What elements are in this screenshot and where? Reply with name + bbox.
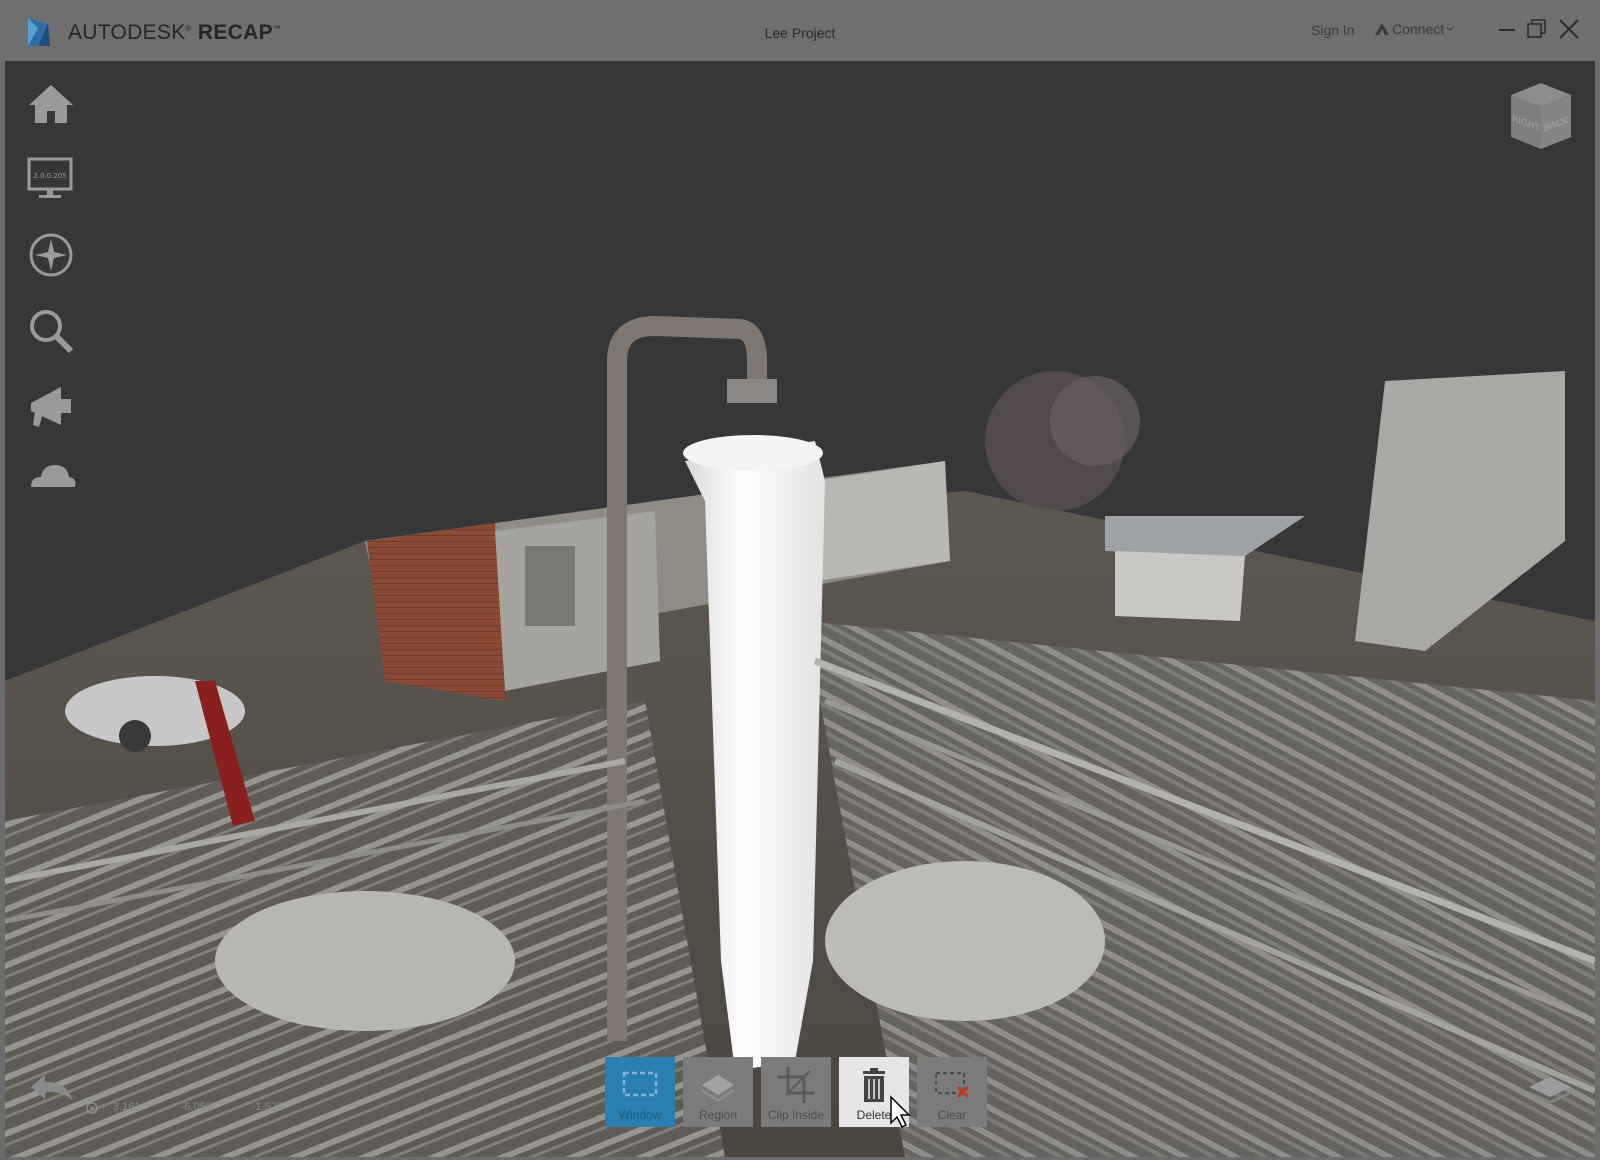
region-button[interactable]: Region xyxy=(683,1057,753,1127)
clip-inside-label: Clip Inside xyxy=(767,1108,825,1122)
close-icon[interactable] xyxy=(1556,16,1582,42)
region-icon xyxy=(702,1075,734,1102)
coord-y: -6.058 xyxy=(180,1101,212,1113)
trash-icon xyxy=(863,1068,885,1102)
title-bar: AUTODESK® RECAP™ Lee Project Sign In Con… xyxy=(0,0,1600,61)
window-select-button[interactable]: Window xyxy=(605,1057,675,1127)
view-cube[interactable]: RIGHT BACK xyxy=(1501,79,1575,153)
monitor-icon[interactable]: 2.0.0.205 xyxy=(25,153,77,205)
chevron-down-icon xyxy=(1446,26,1454,31)
back-arrow-icon[interactable] xyxy=(27,1069,77,1109)
cloud-icon[interactable] xyxy=(25,451,77,503)
point-cloud-scene xyxy=(5,315,1595,1157)
clear-selection-icon xyxy=(934,1071,970,1099)
home-icon[interactable] xyxy=(25,79,77,131)
minimize-icon[interactable] xyxy=(1494,16,1520,42)
crop-icon xyxy=(778,1067,814,1103)
selection-toolbar: Window Region Clip Inside Delete Clear xyxy=(605,1057,987,1127)
project-title: Lee Project xyxy=(764,25,836,41)
sign-in-link[interactable]: Sign In xyxy=(1311,22,1355,38)
search-icon[interactable] xyxy=(25,305,77,357)
delete-label: Delete xyxy=(856,1108,892,1122)
region-label: Region xyxy=(698,1108,738,1122)
clear-selection-label: Clear xyxy=(937,1108,967,1122)
clip-inside-button[interactable]: Clip Inside xyxy=(761,1057,831,1127)
window-select-label: Window xyxy=(618,1108,662,1122)
monitor-graphic: 2.0.0.205 xyxy=(27,157,73,198)
monitor-caption: 2.0.0.205 xyxy=(33,172,66,180)
coord-x: 3.161 xyxy=(113,1101,141,1113)
restore-icon[interactable] xyxy=(1524,16,1550,42)
mouse-cursor-icon xyxy=(890,1095,911,1129)
compass-icon[interactable] xyxy=(25,229,77,281)
megaphone-icon[interactable] xyxy=(25,381,77,433)
layers-icon[interactable] xyxy=(1525,1071,1575,1107)
target-icon xyxy=(86,1102,98,1114)
connect-menu[interactable]: Connect xyxy=(1374,21,1454,37)
connect-label: Connect xyxy=(1392,21,1445,37)
coordinate-readout: 3.161 -6.058 -1.527 xyxy=(85,1101,283,1115)
coord-z: -1.527 xyxy=(251,1101,283,1113)
window-select-icon xyxy=(622,1071,658,1097)
clear-selection-button[interactable]: Clear xyxy=(917,1057,987,1127)
autodesk-a-icon xyxy=(1375,23,1389,35)
point-cloud-viewport[interactable]: 2.0.0.205 RIGHT BACK 3.161 -6.058 -1.527… xyxy=(5,61,1595,1157)
